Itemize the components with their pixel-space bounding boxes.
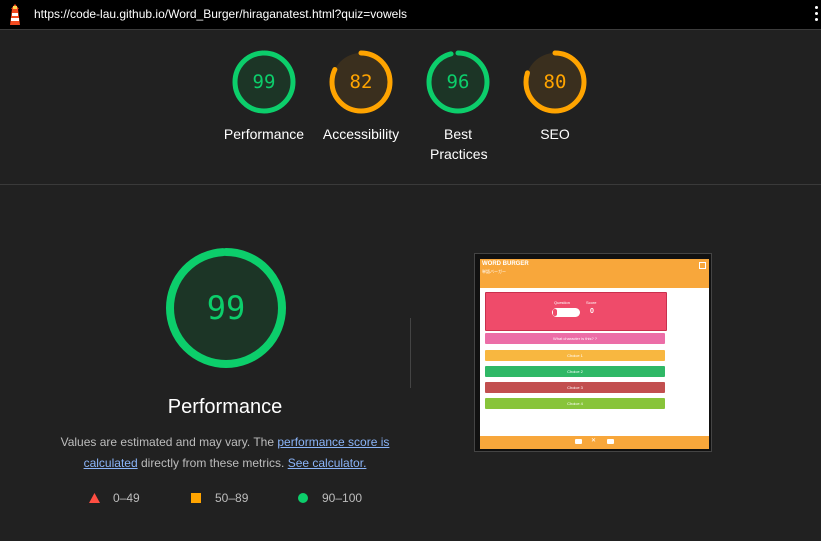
see-calculator-link[interactable]: See calculator. <box>288 456 367 470</box>
desc-text: Values are estimated and may vary. The <box>60 435 278 449</box>
url-bar: https://code-lau.github.io/Word_Burger/h… <box>0 0 821 30</box>
thumbnail-app-title: WORD BURGER <box>482 261 529 267</box>
performance-title: Performance <box>167 396 283 418</box>
thumbnail-header: WORD BURGER 単語バーガー <box>480 259 709 288</box>
score-gauge[interactable]: 82 <box>329 50 393 114</box>
thumbnail-screen: WORD BURGER 単語バーガー Question Score 0 What… <box>480 259 709 449</box>
score-label[interactable]: SEO <box>505 124 605 144</box>
performance-score: 99 <box>206 289 246 327</box>
legend-range: 0–49 <box>113 491 140 505</box>
score-label[interactable]: Accessibility <box>311 124 411 144</box>
performance-gauge: 99 <box>165 247 287 369</box>
thumbnail-row: Choice 1 <box>485 350 665 361</box>
thumbnail-row: Choice 2 <box>485 366 665 377</box>
vertical-dots-icon[interactable] <box>813 5 819 23</box>
red-triangle-icon <box>89 493 100 503</box>
score-value: 96 <box>446 71 470 93</box>
thumbnail-footer: ✕ <box>480 436 709 449</box>
score-gauge[interactable]: 99 <box>232 50 296 114</box>
score-label[interactable]: Performance <box>214 124 314 144</box>
mail-icon <box>575 439 582 444</box>
thumbnail-score-value: 0 <box>590 308 594 315</box>
score-gauge[interactable]: 80 <box>523 50 587 114</box>
hamburger-icon <box>699 262 706 269</box>
thumbnail-score-label: Score <box>586 300 597 305</box>
x-icon: ✕ <box>591 438 597 444</box>
thumbnail-question-label: Question <box>554 300 571 305</box>
score-gauge[interactable]: 96 <box>426 50 490 114</box>
thumbnail-row: Choice 3 <box>485 382 665 393</box>
thumbnail-progress <box>552 308 580 317</box>
legend-range: 90–100 <box>322 491 363 505</box>
thumbnail-row: Choice 4 <box>485 398 665 409</box>
desc-text-middle: directly from these metrics. <box>137 456 288 470</box>
lighthouse-icon <box>10 4 20 25</box>
green-circle-icon <box>298 493 308 503</box>
thumbnail-app-subtitle: 単語バーガー <box>482 269 506 274</box>
legend-range: 50–89 <box>215 491 249 505</box>
performance-description: Values are estimated and may vary. The p… <box>50 432 400 474</box>
section-divider <box>0 184 821 185</box>
thumbnail-row: What character is this? ? <box>485 333 665 344</box>
score-label[interactable]: Best Practices <box>408 124 508 164</box>
vertical-separator <box>410 318 411 388</box>
page-screenshot-thumbnail[interactable]: WORD BURGER 単語バーガー Question Score 0 What… <box>474 253 712 452</box>
orange-square-icon <box>191 493 201 503</box>
score-value: 99 <box>252 71 276 93</box>
score-value: 80 <box>543 71 567 93</box>
youtube-icon <box>607 439 614 444</box>
score-value: 82 <box>349 71 373 93</box>
thumbnail-quiz-card: Question Score 0 <box>485 292 667 331</box>
page-url[interactable]: https://code-lau.github.io/Word_Burger/h… <box>34 7 407 21</box>
